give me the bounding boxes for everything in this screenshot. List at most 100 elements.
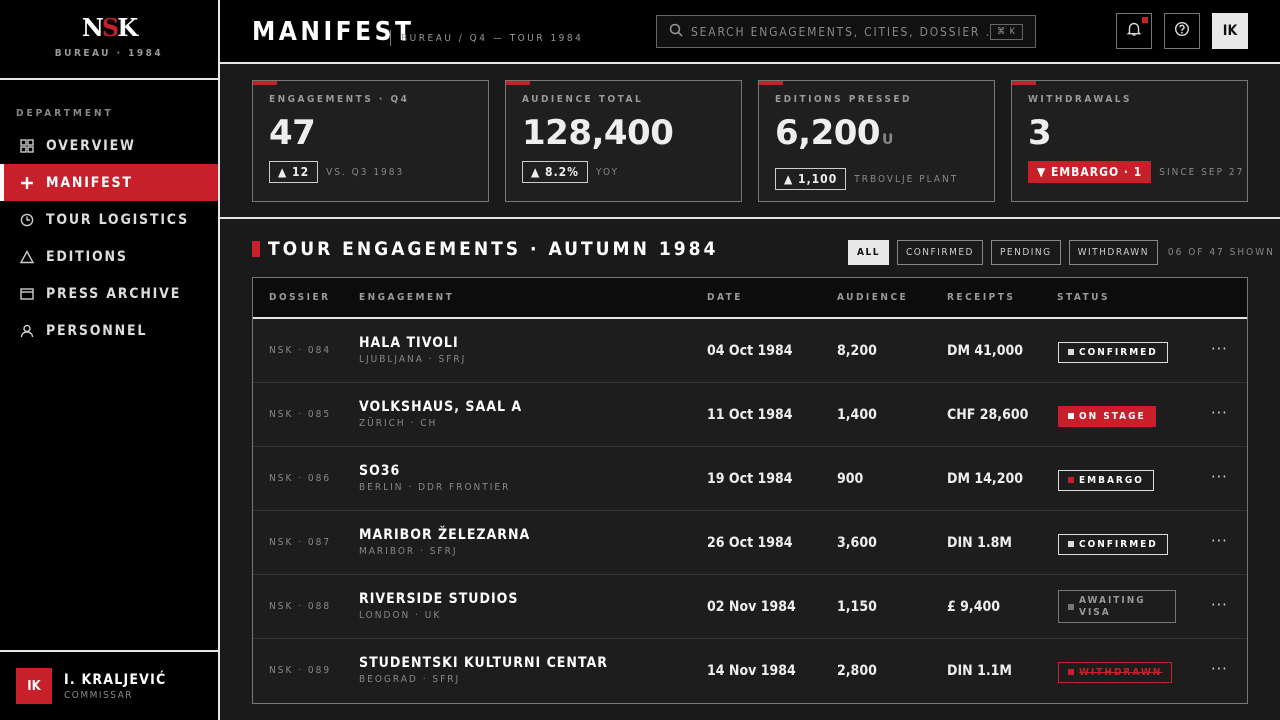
row-more-button[interactable]: ···	[1211, 659, 1228, 678]
search-box[interactable]: SEARCH ENGAGEMENTS, CITIES, DOSSIER … ⌘ …	[656, 15, 1036, 48]
card-label: EDITIONS PRESSED	[775, 94, 913, 105]
audience-count: 900	[837, 471, 864, 487]
engagement-date: 19 Oct 1984	[707, 471, 793, 487]
sidebar-item-tour-logistics[interactable]: TOUR LOGISTICS	[0, 201, 218, 238]
sidebar-item-label: PERSONNEL	[46, 322, 148, 339]
card-value-number: 3	[1028, 113, 1052, 153]
filter-all[interactable]: ALL	[848, 240, 889, 265]
card-flag	[506, 81, 530, 85]
table-row[interactable]: NSK · 085 VOLKSHAUS, SAAL A ZÜRICH · CH …	[253, 383, 1247, 447]
receipts-amount: £ 9,400	[947, 599, 1000, 615]
brand-subtitle: BUREAU · 1984	[54, 48, 164, 59]
status-square-icon	[1068, 669, 1074, 675]
venue-name[interactable]: VOLKSHAUS, SAAL A	[359, 399, 522, 415]
engagement-date: 26 Oct 1984	[707, 535, 793, 551]
table-row[interactable]: NSK · 088 RIVERSIDE STUDIOS LONDON · UK …	[253, 575, 1247, 639]
receipts-amount: DM 41,000	[947, 343, 1023, 359]
venue-name[interactable]: STUDENTSKI KULTURNI CENTAR	[359, 655, 608, 671]
clock-icon	[20, 213, 34, 227]
column-header-status[interactable]: STATUS	[1057, 292, 1110, 303]
column-header-receipts[interactable]: RECEIPTS	[947, 292, 1015, 303]
sidebar-nav: OVERVIEW MANIFEST TOUR LOGISTICS EDITION…	[0, 127, 218, 349]
help-button[interactable]	[1164, 13, 1200, 49]
user-profile[interactable]: IK I. KRALJEVIĆ COMMISSAR	[0, 650, 218, 720]
card-note: SINCE SEP 27	[1159, 166, 1245, 178]
filter-pending[interactable]: PENDING	[990, 240, 1061, 265]
table-row[interactable]: NSK · 089 STUDENTSKI KULTURNI CENTAR BEO…	[253, 639, 1247, 703]
row-more-button[interactable]: ···	[1211, 467, 1228, 486]
breadcrumb: BUREAU / Q4 — TOUR 1984	[390, 30, 583, 46]
status-label: EMBARGO	[1079, 474, 1144, 486]
user-info: I. KRALJEVIĆ COMMISSAR	[64, 672, 166, 701]
card-footer: ▲ 1,100 TRBOVLJE PLANT	[775, 168, 994, 190]
receipts-amount: DIN 1.8M	[947, 535, 1012, 551]
card-value: 128,400	[522, 113, 741, 153]
filter-group: ALL CONFIRMED PENDING WITHDRAWN 06 OF 47…	[848, 240, 1275, 265]
filter-confirmed[interactable]: CONFIRMED	[896, 240, 983, 265]
status-label: CONFIRMED	[1079, 346, 1158, 358]
search-input[interactable]: SEARCH ENGAGEMENTS, CITIES, DOSSIER …	[691, 25, 990, 39]
column-header-dossier[interactable]: DOSSIER	[269, 292, 331, 303]
section-marker	[252, 241, 260, 257]
sidebar-item-label: TOUR LOGISTICS	[46, 211, 189, 228]
sidebar-item-manifest[interactable]: MANIFEST	[0, 164, 218, 201]
table-row[interactable]: NSK · 084 HALA TIVOLI LJUBLJANA · SFRJ 0…	[253, 319, 1247, 383]
status-square-icon	[1068, 413, 1074, 419]
table-row[interactable]: NSK · 086 SO36 BERLIN · DDR FRONTIER 19 …	[253, 447, 1247, 511]
status-label: CONFIRMED	[1079, 538, 1158, 550]
venue-name[interactable]: HALA TIVOLI	[359, 335, 466, 351]
venue-name[interactable]: RIVERSIDE STUDIOS	[359, 591, 518, 607]
receipts-amount: DM 14,200	[947, 471, 1023, 487]
card-value-number: 6,200	[775, 113, 881, 153]
sidebar-item-editions[interactable]: EDITIONS	[0, 238, 218, 275]
receipts-amount: CHF 28,600	[947, 407, 1029, 423]
card-flag	[759, 81, 783, 85]
notifications-button[interactable]	[1116, 13, 1152, 49]
filter-withdrawn[interactable]: WITHDRAWN	[1068, 240, 1158, 265]
column-header-audience[interactable]: AUDIENCE	[837, 292, 908, 303]
card-note: YOY	[596, 166, 619, 178]
sidebar-item-press-archive[interactable]: PRESS ARCHIVE	[0, 275, 218, 312]
bell-icon	[1126, 21, 1142, 41]
nsk-logo: NSK	[0, 14, 218, 42]
audience-count: 1,400	[837, 407, 877, 423]
sidebar-item-personnel[interactable]: PERSONNEL	[0, 312, 218, 349]
engagement-cell: SO36 BERLIN · DDR FRONTIER	[359, 463, 510, 493]
venue-name[interactable]: SO36	[359, 463, 510, 479]
sidebar-item-overview[interactable]: OVERVIEW	[0, 127, 218, 164]
row-more-button[interactable]: ···	[1211, 339, 1228, 358]
status-cell: CONFIRMED	[1058, 532, 1168, 555]
status-square-icon	[1068, 603, 1074, 610]
dossier-id: NSK · 084	[269, 345, 332, 356]
card-label: AUDIENCE TOTAL	[522, 94, 644, 105]
sidebar-section-label: DEPARTMENT	[16, 108, 114, 119]
row-more-button[interactable]: ···	[1211, 403, 1228, 422]
app: NSK BUREAU · 1984 DEPARTMENT OVERVIEW MA…	[0, 0, 1280, 720]
row-more-button[interactable]: ···	[1211, 531, 1228, 550]
dossier-id: NSK · 086	[269, 473, 332, 484]
card-footer: ▲ 8.2% YOY	[522, 161, 741, 183]
kpi-card-editions: EDITIONS PRESSED 6,200 U ▲ 1,100 TRBOVLJE…	[758, 80, 995, 202]
section-header: TOUR ENGAGEMENTS · AUTUMN 1984	[252, 238, 718, 260]
engagement-cell: STUDENTSKI KULTURNI CENTAR BEOGRAD · SFR…	[359, 655, 608, 685]
table-row[interactable]: NSK · 087 MARIBOR ŽELEZARNA MARIBOR · SF…	[253, 511, 1247, 575]
column-header-date[interactable]: DATE	[707, 292, 743, 303]
card-value: 3	[1028, 113, 1247, 153]
audience-count: 2,800	[837, 663, 877, 679]
engagement-date: 14 Nov 1984	[707, 663, 796, 679]
account-button[interactable]: IK	[1212, 13, 1248, 49]
card-delta: ▲ 12	[269, 161, 319, 183]
sidebar-item-label: EDITIONS	[46, 248, 128, 265]
column-header-engagement[interactable]: ENGAGEMENT	[359, 292, 454, 303]
engagements-table: DOSSIER ENGAGEMENT DATE AUDIENCE RECEIPT…	[252, 277, 1248, 704]
row-more-button[interactable]: ···	[1211, 595, 1228, 614]
venue-location: LJUBLJANA · SFRJ	[359, 354, 467, 365]
venue-location: BERLIN · DDR FRONTIER	[359, 482, 511, 493]
status-cell: WITHDRAWN	[1058, 660, 1173, 683]
venue-name[interactable]: MARIBOR ŽELEZARNA	[359, 527, 530, 543]
card-delta: ▲ 8.2%	[522, 161, 588, 183]
status-cell: EMBARGO	[1058, 468, 1154, 491]
status-label: ON STAGE	[1079, 410, 1146, 422]
kpi-card-engagements: ENGAGEMENTS · Q4 47 ▲ 12 VS. Q3 1983	[252, 80, 489, 202]
sidebar: NSK BUREAU · 1984 DEPARTMENT OVERVIEW MA…	[0, 0, 220, 720]
